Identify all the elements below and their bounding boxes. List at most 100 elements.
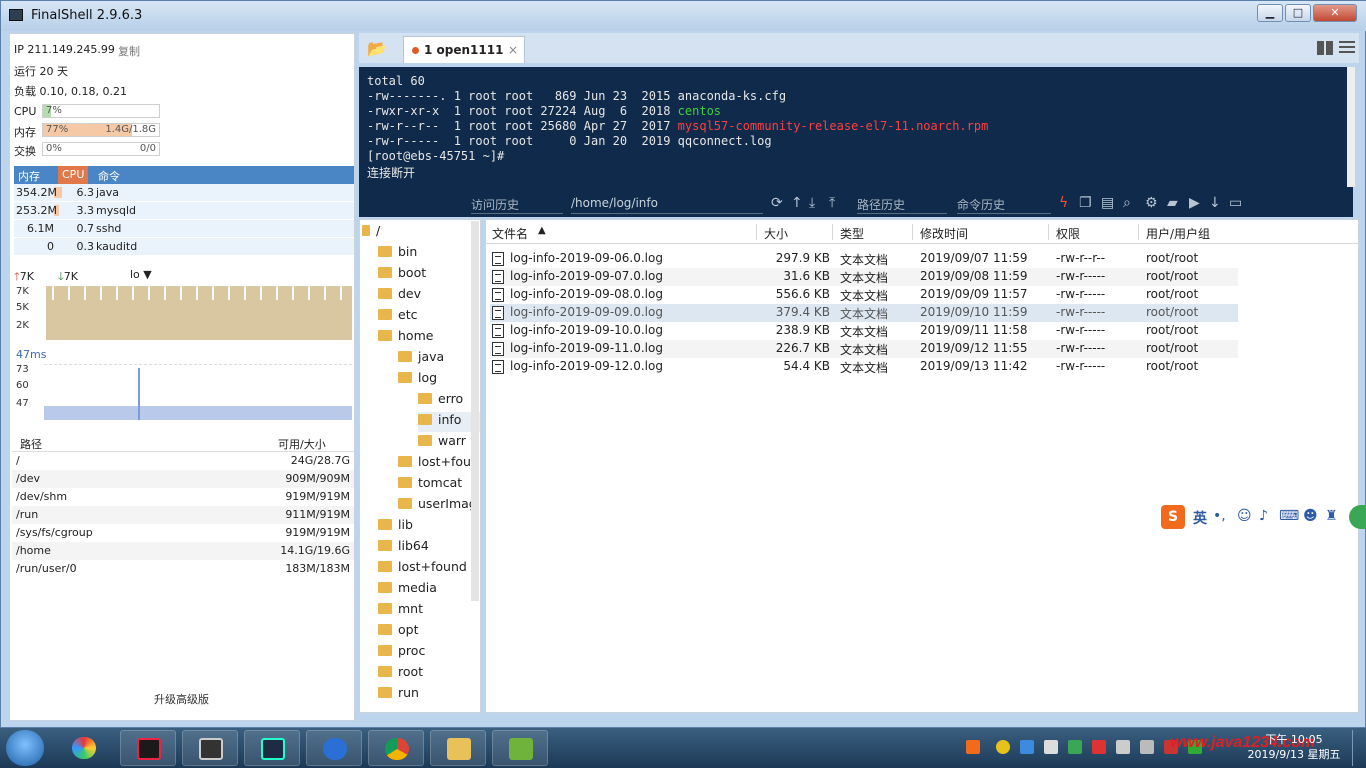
tree-root[interactable]: / xyxy=(362,223,380,243)
task-app-color[interactable] xyxy=(56,730,112,766)
sogou-icon[interactable]: S xyxy=(1161,505,1185,529)
disk-row[interactable]: /run/user/0 183M/183M xyxy=(12,560,354,578)
file-row[interactable]: log-info-2019-09-09.0.log 379.4 KB 文本文档 201… xyxy=(490,304,1238,322)
tree-item-home[interactable]: home xyxy=(378,328,433,348)
tree-item-mnt[interactable]: mnt xyxy=(378,601,423,621)
menu-icon[interactable] xyxy=(1339,41,1355,55)
tree-item-opt[interactable]: opt xyxy=(378,622,418,642)
task-webstorm[interactable] xyxy=(244,730,300,766)
lightning-icon[interactable]: ϟ xyxy=(1059,195,1068,211)
terminal-scrollbar[interactable] xyxy=(1347,67,1355,187)
upload-icon[interactable]: ⤒ xyxy=(829,195,835,211)
mic-icon[interactable]: ♪ xyxy=(1259,508,1268,524)
process-row[interactable]: 253.2M 3.3 mysqld xyxy=(14,202,354,220)
ime-language[interactable]: 英 xyxy=(1193,508,1207,528)
window-icon[interactable]: ▭ xyxy=(1229,195,1242,211)
keyboard-icon[interactable]: ⌨ xyxy=(1279,508,1299,524)
tree-item-bin[interactable]: bin xyxy=(378,244,417,264)
path-history-button[interactable]: 路径历史 xyxy=(857,196,947,214)
disk-row[interactable]: /dev/shm 919M/919M xyxy=(12,488,354,506)
maximize-button[interactable]: □ xyxy=(1285,4,1311,22)
tree-item-root[interactable]: root xyxy=(378,664,423,684)
tree-item-lostfou[interactable]: lost+fou xyxy=(398,454,471,474)
play-icon[interactable]: ▶ xyxy=(1189,195,1200,211)
col-size[interactable]: 可用/大小 xyxy=(278,436,326,452)
tray-plus-icon[interactable] xyxy=(996,740,1010,754)
process-row[interactable]: 354.2M 6.3 java xyxy=(14,184,354,202)
task-intellij[interactable] xyxy=(120,730,176,766)
arrow-down-icon[interactable]: ↓ xyxy=(1209,195,1221,211)
close-button[interactable]: ✕ xyxy=(1313,4,1357,22)
tree-item-etc[interactable]: etc xyxy=(378,307,417,327)
disk-row[interactable]: /run 911M/919M xyxy=(12,506,354,524)
badge-icon[interactable] xyxy=(1349,505,1366,529)
col-path[interactable]: 路径 xyxy=(20,436,42,452)
tab-close-icon[interactable]: × xyxy=(508,43,518,57)
col-type[interactable]: 类型 xyxy=(840,225,864,242)
tab-open1111[interactable]: 1 open1111 × xyxy=(403,36,525,63)
task-editor[interactable] xyxy=(492,730,548,766)
col-perm[interactable]: 权限 xyxy=(1056,225,1080,242)
tray-cube-icon[interactable] xyxy=(1020,740,1034,754)
grid-layout-icon[interactable] xyxy=(1317,41,1333,55)
tray-antivirus-icon[interactable] xyxy=(1092,740,1106,754)
download-icon[interactable]: ⤓ xyxy=(809,195,815,211)
col-cmd[interactable]: 命令 xyxy=(98,168,120,184)
start-button[interactable] xyxy=(6,730,44,766)
tree-item-userimag[interactable]: userImag xyxy=(398,496,477,516)
copy-ip-button[interactable]: 复制 xyxy=(118,43,140,59)
history-button[interactable]: 访问历史 xyxy=(471,196,563,214)
task-finalshell[interactable] xyxy=(182,730,238,766)
iface-select[interactable]: lo ▼ xyxy=(130,268,152,281)
tray-network-icon[interactable] xyxy=(1044,740,1058,754)
clock[interactable]: 下午 10:05 2019/9/13 星期五 xyxy=(1244,732,1344,762)
tree-item-erro[interactable]: erro xyxy=(418,391,463,411)
col-mtime[interactable]: 修改时间 xyxy=(920,225,968,242)
minimize-button[interactable]: ▁ xyxy=(1257,4,1283,22)
tray-shield-icon[interactable] xyxy=(1068,740,1082,754)
col-filename[interactable]: 文件名 xyxy=(492,225,528,242)
tree-item-boot[interactable]: boot xyxy=(378,265,426,285)
tree-item-lostfound[interactable]: lost+found xyxy=(378,559,467,579)
emoji-icon[interactable]: ☺ xyxy=(1237,508,1252,524)
tray-display-icon[interactable] xyxy=(1140,740,1154,754)
disk-row[interactable]: /home 14.1G/19.6G xyxy=(12,542,354,560)
refresh-icon[interactable]: ⟳ xyxy=(771,195,783,211)
shirt-icon[interactable]: ♜ xyxy=(1325,508,1338,524)
path-input[interactable]: /home/log/info xyxy=(571,196,763,214)
file-row[interactable]: log-info-2019-09-12.0.log 54.4 KB 文本文档 2019… xyxy=(490,358,1238,376)
file-row[interactable]: log-info-2019-09-08.0.log 556.6 KB 文本文档 201… xyxy=(490,286,1238,304)
file-row[interactable]: log-info-2019-09-06.0.log 297.9 KB 文本文档 201… xyxy=(490,250,1238,268)
col-size[interactable]: 大小 xyxy=(764,225,788,242)
tree-item-media[interactable]: media xyxy=(378,580,437,600)
gear-icon[interactable]: ⚙ xyxy=(1145,195,1158,211)
tree-item-run[interactable]: run xyxy=(378,685,419,705)
upgrade-link[interactable]: 升级高级版 xyxy=(154,691,209,707)
col-owner[interactable]: 用户/用户组 xyxy=(1146,225,1210,242)
task-wps[interactable] xyxy=(306,730,362,766)
disk-row[interactable]: /sys/fs/cgroup 919M/919M xyxy=(12,524,354,542)
col-cpu[interactable]: CPU xyxy=(58,166,89,184)
col-mem[interactable]: 内存 xyxy=(18,168,40,184)
show-desktop-button[interactable] xyxy=(1352,730,1364,766)
tree-item-lib[interactable]: lib xyxy=(378,517,413,537)
copy-icon[interactable]: ❐ xyxy=(1079,195,1092,211)
file-row[interactable]: log-info-2019-09-07.0.log 31.6 KB 文本文档 2019… xyxy=(490,268,1238,286)
tree-item-dev[interactable]: dev xyxy=(378,286,421,306)
up-icon[interactable]: ↑ xyxy=(791,195,803,211)
paste-icon[interactable]: ▤ xyxy=(1101,195,1114,211)
disk-row[interactable]: / 24G/28.7G xyxy=(12,452,354,470)
title-bar[interactable]: FinalShell 2.9.6.3 ▁ □ ✕ xyxy=(1,1,1366,31)
tray-device-icon[interactable] xyxy=(1116,740,1130,754)
tree-scrollbar[interactable] xyxy=(471,221,479,601)
ime-punct[interactable]: •, xyxy=(1213,508,1226,524)
tree-item-tomcat[interactable]: tomcat xyxy=(398,475,462,495)
task-chrome[interactable] xyxy=(368,730,424,766)
process-row[interactable]: 0 0.3 kauditd xyxy=(14,238,354,256)
user-icon[interactable]: ☻ xyxy=(1303,508,1318,524)
cmd-history-button[interactable]: 命令历史 xyxy=(957,196,1051,214)
search-icon[interactable]: ⌕ xyxy=(1123,195,1131,211)
file-row[interactable]: log-info-2019-09-10.0.log 238.9 KB 文本文档 201… xyxy=(490,322,1238,340)
file-row[interactable]: log-info-2019-09-11.0.log 226.7 KB 文本文档 201… xyxy=(490,340,1238,358)
task-explorer[interactable] xyxy=(430,730,486,766)
